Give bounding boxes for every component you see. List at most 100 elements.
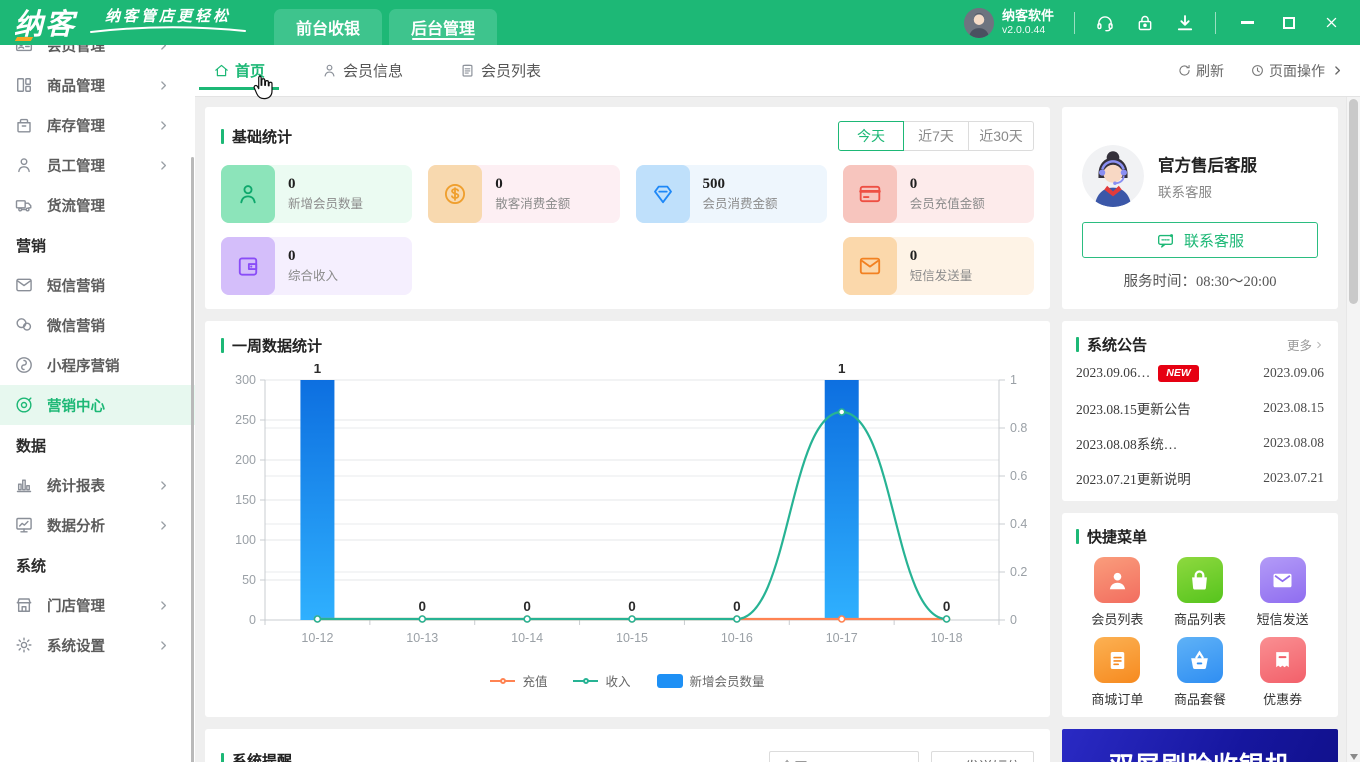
target-icon	[14, 395, 34, 415]
stat-label: 新增会员数量	[288, 198, 363, 212]
send-sms-button[interactable]: 发送短信	[931, 751, 1034, 762]
announcement-row[interactable]: 2023.07.21更新说明2023.07.21	[1076, 461, 1324, 495]
right-column: 官方售后客服 联系客服 联系客服 服务时间：08:30～20:00 系统公告 更…	[1062, 107, 1338, 762]
customer-service-card: 官方售后客服 联系客服 联系客服 服务时间：08:30～20:00	[1062, 107, 1338, 309]
lock-icon[interactable]	[1135, 13, 1155, 33]
minimize-button[interactable]	[1236, 12, 1258, 34]
quick-menu-item[interactable]: 商城订单	[1076, 637, 1159, 708]
announcement-row[interactable]: 2023.09.06…NEW2023.09.06	[1076, 356, 1324, 390]
strip-action-refresh[interactable]: 刷新	[1177, 61, 1224, 81]
reminder-filter-select[interactable]: 今天	[769, 751, 919, 762]
sidebar-item[interactable]: 统计报表	[0, 465, 195, 505]
quick-menu-label: 优惠券	[1263, 689, 1302, 708]
page-tab[interactable]: 会员列表	[451, 45, 549, 96]
stat-icon-block	[221, 165, 275, 223]
sidebar-item[interactable]: 货流管理	[0, 185, 195, 225]
sidebar-item[interactable]: 员工管理	[0, 145, 195, 185]
store-icon	[14, 595, 34, 615]
quick-menu-label: 商品列表	[1174, 609, 1226, 628]
titlebar-right: 纳客软件 v2.0.0.44	[964, 0, 1360, 45]
quick-menu-item[interactable]: 商品套餐	[1159, 637, 1242, 708]
titlebar-tab[interactable]: 后台管理	[389, 9, 497, 45]
quick-menu-grid: 会员列表商品列表短信发送商城订单商品套餐优惠券	[1076, 557, 1324, 708]
download-icon[interactable]	[1175, 13, 1195, 33]
sidebar-item[interactable]: 数据分析	[0, 505, 195, 545]
announcement-row[interactable]: 2023.08.08系统…2023.08.08	[1076, 426, 1324, 460]
sidebar-menu: 会员管理商品管理库存管理员工管理货流管理营销短信营销微信营销小程序营销营销中心数…	[0, 45, 195, 665]
svg-text:200: 200	[235, 453, 256, 467]
svg-text:0.4: 0.4	[1010, 517, 1027, 531]
svg-text:10-16: 10-16	[721, 631, 753, 645]
user-info[interactable]: 纳客软件 v2.0.0.44	[964, 8, 1054, 38]
legend-item[interactable]: 新增会员数量	[657, 671, 765, 690]
announcement-row[interactable]: 2023.08.15更新公告 2023.08.15	[1076, 391, 1324, 425]
titlebar-tab[interactable]: 前台收银	[274, 9, 382, 45]
stat-card: 0新增会员数量	[221, 165, 412, 223]
scrollbar-down-arrow[interactable]	[1347, 754, 1360, 760]
range-button[interactable]: 近7天	[903, 121, 969, 151]
action-label: 刷新	[1196, 61, 1224, 81]
app-version: v2.0.0.44	[1002, 24, 1054, 36]
quick-menu-item[interactable]: 会员列表	[1076, 557, 1159, 628]
chevron-icon	[157, 159, 170, 172]
legend-label: 新增会员数量	[690, 671, 765, 690]
clipboard-icon	[459, 62, 476, 79]
service-hours: 服务时间：08:30～20:00	[1082, 270, 1318, 291]
sidebar-item[interactable]: 系统设置	[0, 625, 195, 665]
sidebar-item[interactable]: 微信营销	[0, 305, 195, 345]
stat-value: 500	[703, 176, 778, 193]
legend-item[interactable]: 充值	[490, 671, 547, 690]
range-button[interactable]: 今天	[838, 121, 904, 151]
service-name: 官方售后客服	[1158, 152, 1257, 176]
close-button[interactable]	[1320, 12, 1342, 34]
sidebar-scrollbar[interactable]	[191, 157, 194, 762]
page-tab[interactable]: 首页	[205, 45, 273, 96]
stat-icon-block	[221, 237, 275, 295]
headset-icon[interactable]	[1095, 13, 1115, 33]
q-basket-icon	[1177, 637, 1223, 683]
page-tabs: 首页 会员信息 会员列表	[205, 45, 589, 96]
tab-label: 会员信息	[343, 60, 403, 81]
promo-banner[interactable]: 双屏刷脸收银机	[1062, 729, 1338, 762]
svg-text:300: 300	[235, 373, 256, 387]
announcement-title: 2023.08.15更新公告	[1076, 398, 1191, 418]
announcement-date: 2023.09.06	[1263, 365, 1324, 381]
staff-icon	[14, 155, 34, 175]
sidebar-item[interactable]: 小程序营销	[0, 345, 195, 385]
user-name: 纳客软件	[1002, 9, 1054, 24]
sidebar-item[interactable]: 门店管理	[0, 585, 195, 625]
legend-line-swatch	[490, 680, 515, 682]
sidebar-item[interactable]: 短信营销	[0, 265, 195, 305]
sidebar-item[interactable]: 库存管理	[0, 105, 195, 145]
basic-stats-card: 基础统计 今天近7天近30天 0新增会员数量0散客消费金额500会员消费金额0会…	[205, 107, 1050, 309]
quick-menu-item[interactable]: 商品列表	[1159, 557, 1242, 628]
quick-menu-item[interactable]: 短信发送	[1241, 557, 1324, 628]
sidebar-item[interactable]: 会员管理	[0, 45, 195, 65]
system-reminder-card: 系统提醒 今天 发送短信	[205, 729, 1050, 762]
legend-item[interactable]: 收入	[573, 671, 630, 690]
svg-text:0.2: 0.2	[1010, 565, 1027, 579]
stat-card: 500会员消费金额	[636, 165, 827, 223]
range-button[interactable]: 近30天	[968, 121, 1034, 151]
announcements-more-link[interactable]: 更多	[1287, 335, 1324, 354]
main-content: 基础统计 今天近7天近30天 0新增会员数量0散客消费金额500会员消费金额0会…	[195, 97, 1346, 762]
quick-menu-item[interactable]: 优惠券	[1241, 637, 1324, 708]
sidebar-item-label: 商品管理	[47, 75, 105, 96]
page-tab[interactable]: 会员信息	[313, 45, 411, 96]
titlebar-nav: 前台收银后台管理	[274, 0, 504, 45]
sidebar-item[interactable]: 商品管理	[0, 65, 195, 105]
announcement-date: 2023.08.15	[1263, 400, 1324, 416]
stat-card: 0短信发送量	[843, 237, 1034, 295]
stat-label: 短信发送量	[910, 270, 973, 284]
scrollbar-thumb[interactable]	[1349, 99, 1358, 304]
sidebar-item-label: 微信营销	[47, 315, 105, 336]
chevron-icon	[157, 519, 170, 532]
chevron-icon	[157, 479, 170, 492]
maximize-button[interactable]	[1278, 12, 1300, 34]
stat-card: 0散客消费金额	[428, 165, 619, 223]
sidebar-item[interactable]: 营销中心	[0, 385, 195, 425]
strip-action-pageops[interactable]: 页面操作	[1250, 61, 1344, 81]
page-scrollbar[interactable]	[1346, 97, 1360, 762]
sidebar-item-label: 员工管理	[47, 155, 105, 176]
contact-service-button[interactable]: 联系客服	[1082, 222, 1318, 258]
